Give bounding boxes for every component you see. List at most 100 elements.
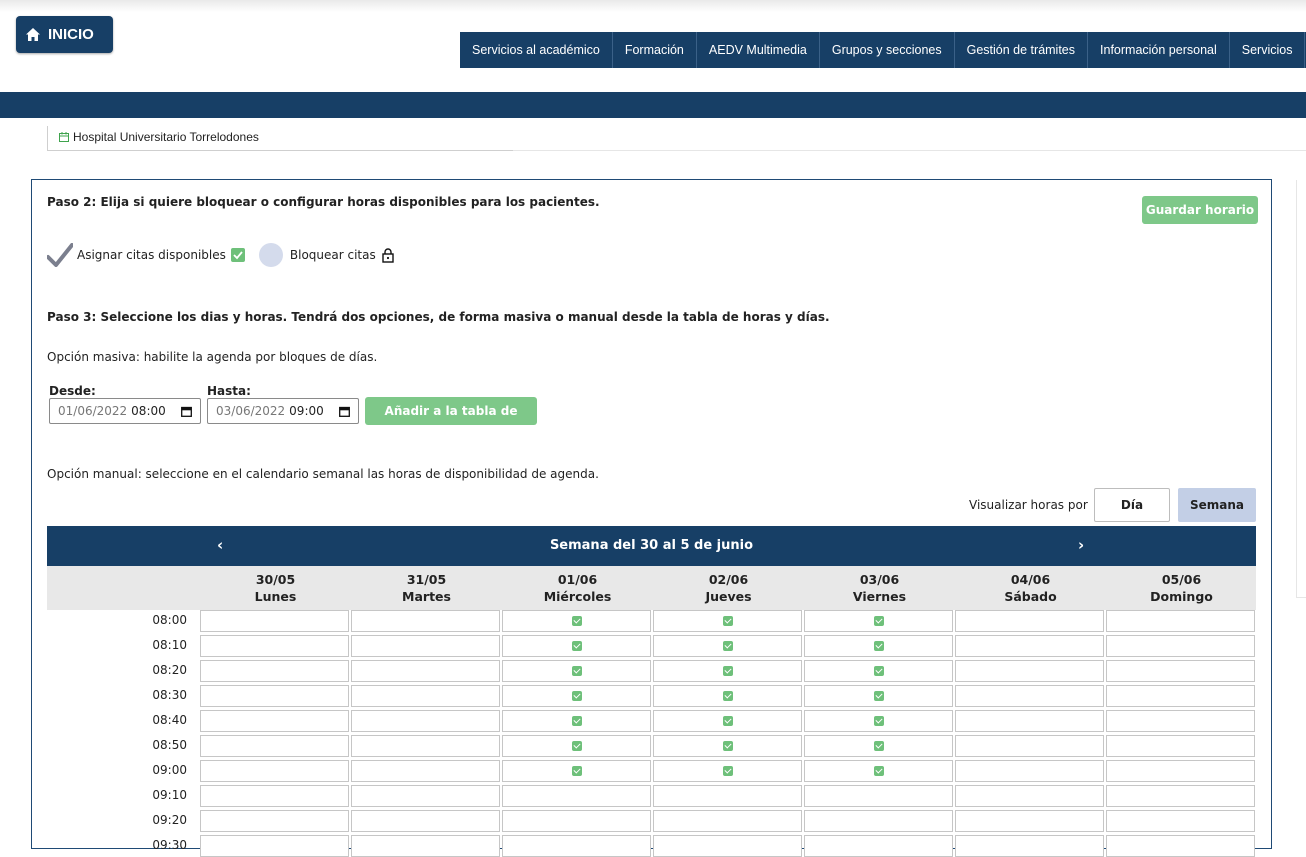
radio-block[interactable] <box>258 243 283 267</box>
time-slot-cell[interactable] <box>502 810 651 832</box>
time-slot-cell[interactable] <box>1106 785 1255 807</box>
home-button[interactable]: INICIO <box>16 16 113 53</box>
time-slot-cell[interactable] <box>804 785 953 807</box>
view-day-button[interactable]: Día <box>1094 488 1170 522</box>
view-week-button[interactable]: Semana <box>1178 488 1256 522</box>
hospital-label: Hospital Universitario Torrelodones <box>59 130 259 144</box>
time-slot-cell[interactable] <box>955 685 1104 707</box>
time-slot-cell[interactable] <box>502 760 651 782</box>
time-slot-cell[interactable] <box>804 660 953 682</box>
nav-servicios-academico[interactable]: Servicios al académico <box>460 32 613 68</box>
radio-assign[interactable] <box>47 243 73 267</box>
nav-aedv-multimedia[interactable]: AEDV Multimedia <box>697 32 820 68</box>
time-slot-cell[interactable] <box>955 835 1104 857</box>
time-slot-cell[interactable] <box>502 785 651 807</box>
time-slot-cell[interactable] <box>955 610 1104 632</box>
time-slot-cell[interactable] <box>653 760 802 782</box>
time-slot-cell[interactable] <box>351 710 500 732</box>
time-slot-cell[interactable] <box>502 610 651 632</box>
time-slot-cell[interactable] <box>653 810 802 832</box>
time-slot-cell[interactable] <box>653 610 802 632</box>
time-slot-cell[interactable] <box>1106 610 1255 632</box>
day-date: 30/05 <box>255 572 296 587</box>
from-time: 08:00 <box>131 404 166 418</box>
time-slot-cell[interactable] <box>351 785 500 807</box>
time-slot-cell[interactable] <box>502 660 651 682</box>
time-slot-cell[interactable] <box>804 810 953 832</box>
time-slot-cell[interactable] <box>1106 635 1255 657</box>
time-slot-cell[interactable] <box>502 710 651 732</box>
time-slot-cell[interactable] <box>955 735 1104 757</box>
time-slot-cell[interactable] <box>804 735 953 757</box>
next-week-button[interactable]: › <box>1078 526 1084 564</box>
time-slot-cell[interactable] <box>653 835 802 857</box>
time-slot-cell[interactable] <box>200 660 349 682</box>
time-slot-cell[interactable] <box>351 760 500 782</box>
time-slot-cell[interactable] <box>955 785 1104 807</box>
time-slot-cell[interactable] <box>502 635 651 657</box>
time-slot-cell[interactable] <box>1106 735 1255 757</box>
time-slot-cell[interactable] <box>502 835 651 857</box>
time-slot-cell[interactable] <box>1106 760 1255 782</box>
time-slot-cell[interactable] <box>1106 710 1255 732</box>
time-slot-cell[interactable] <box>653 785 802 807</box>
time-slot-cell[interactable] <box>955 635 1104 657</box>
nav-servicios[interactable]: Servicios <box>1230 32 1306 68</box>
time-slot-cell[interactable] <box>804 760 953 782</box>
time-slot-cell[interactable] <box>351 810 500 832</box>
calendar-picker-icon[interactable] <box>339 406 350 417</box>
add-to-table-button[interactable]: Añadir a la tabla de horas <box>365 397 537 446</box>
time-slot-cell[interactable] <box>200 835 349 857</box>
time-slot-cell[interactable] <box>804 685 953 707</box>
time-slot-cell[interactable] <box>351 660 500 682</box>
time-slot-cell[interactable] <box>653 635 802 657</box>
available-check-icon <box>723 616 733 626</box>
time-slot-cell[interactable] <box>200 685 349 707</box>
calendar-picker-icon[interactable] <box>181 406 192 417</box>
time-slot-cell[interactable] <box>200 785 349 807</box>
time-slot-cell[interactable] <box>804 835 953 857</box>
time-slot-cell[interactable] <box>804 610 953 632</box>
time-slot-cell[interactable] <box>653 685 802 707</box>
time-slot-cell[interactable] <box>653 660 802 682</box>
nav-informacion-personal[interactable]: Información personal <box>1088 32 1230 68</box>
time-slot-cell[interactable] <box>1106 685 1255 707</box>
time-slot-cell[interactable] <box>351 835 500 857</box>
prev-week-button[interactable]: ‹ <box>217 526 223 564</box>
available-check-icon <box>572 641 582 651</box>
time-slot-cell[interactable] <box>200 635 349 657</box>
calendar-header: Semana del 30 al 5 de junio ‹ › <box>47 526 1256 566</box>
nav-formacion[interactable]: Formación <box>613 32 697 68</box>
time-slot-cell[interactable] <box>351 610 500 632</box>
time-slot-cell[interactable] <box>200 710 349 732</box>
time-slot-cell[interactable] <box>200 760 349 782</box>
time-slot-cell[interactable] <box>653 710 802 732</box>
time-slot-cell[interactable] <box>804 635 953 657</box>
time-slot-cell[interactable] <box>653 735 802 757</box>
time-slot-cell[interactable] <box>955 810 1104 832</box>
day-date: 04/06 <box>1010 572 1051 587</box>
time-slot-cell[interactable] <box>955 710 1104 732</box>
from-datetime-input[interactable]: 01/06/2022 08:00 <box>49 398 201 424</box>
day-name: Lunes <box>254 589 297 604</box>
time-slot-cell[interactable] <box>1106 810 1255 832</box>
time-slot-cell[interactable] <box>955 760 1104 782</box>
time-slot-cell[interactable] <box>351 735 500 757</box>
time-slot-cell[interactable] <box>351 635 500 657</box>
time-slot-cell[interactable] <box>200 810 349 832</box>
time-slot-cell[interactable] <box>200 610 349 632</box>
to-datetime-input[interactable]: 03/06/2022 09:00 <box>207 398 359 424</box>
time-slot-cell[interactable] <box>955 660 1104 682</box>
time-slot-cell[interactable] <box>502 685 651 707</box>
save-schedule-button[interactable]: Guardar horario <box>1142 196 1258 224</box>
time-slot-cell[interactable] <box>502 735 651 757</box>
day-header: 31/05 Martes <box>351 566 502 610</box>
time-slot-cell[interactable] <box>1106 660 1255 682</box>
nav-gestion-tramites[interactable]: Gestión de trámites <box>955 32 1089 68</box>
time-slot-cell[interactable] <box>804 710 953 732</box>
nav-grupos-secciones[interactable]: Grupos y secciones <box>820 32 955 68</box>
time-slot-cell[interactable] <box>200 735 349 757</box>
time-slot-cell[interactable] <box>1106 835 1255 857</box>
time-slot-cell[interactable] <box>351 685 500 707</box>
right-side-panel <box>1296 180 1306 598</box>
